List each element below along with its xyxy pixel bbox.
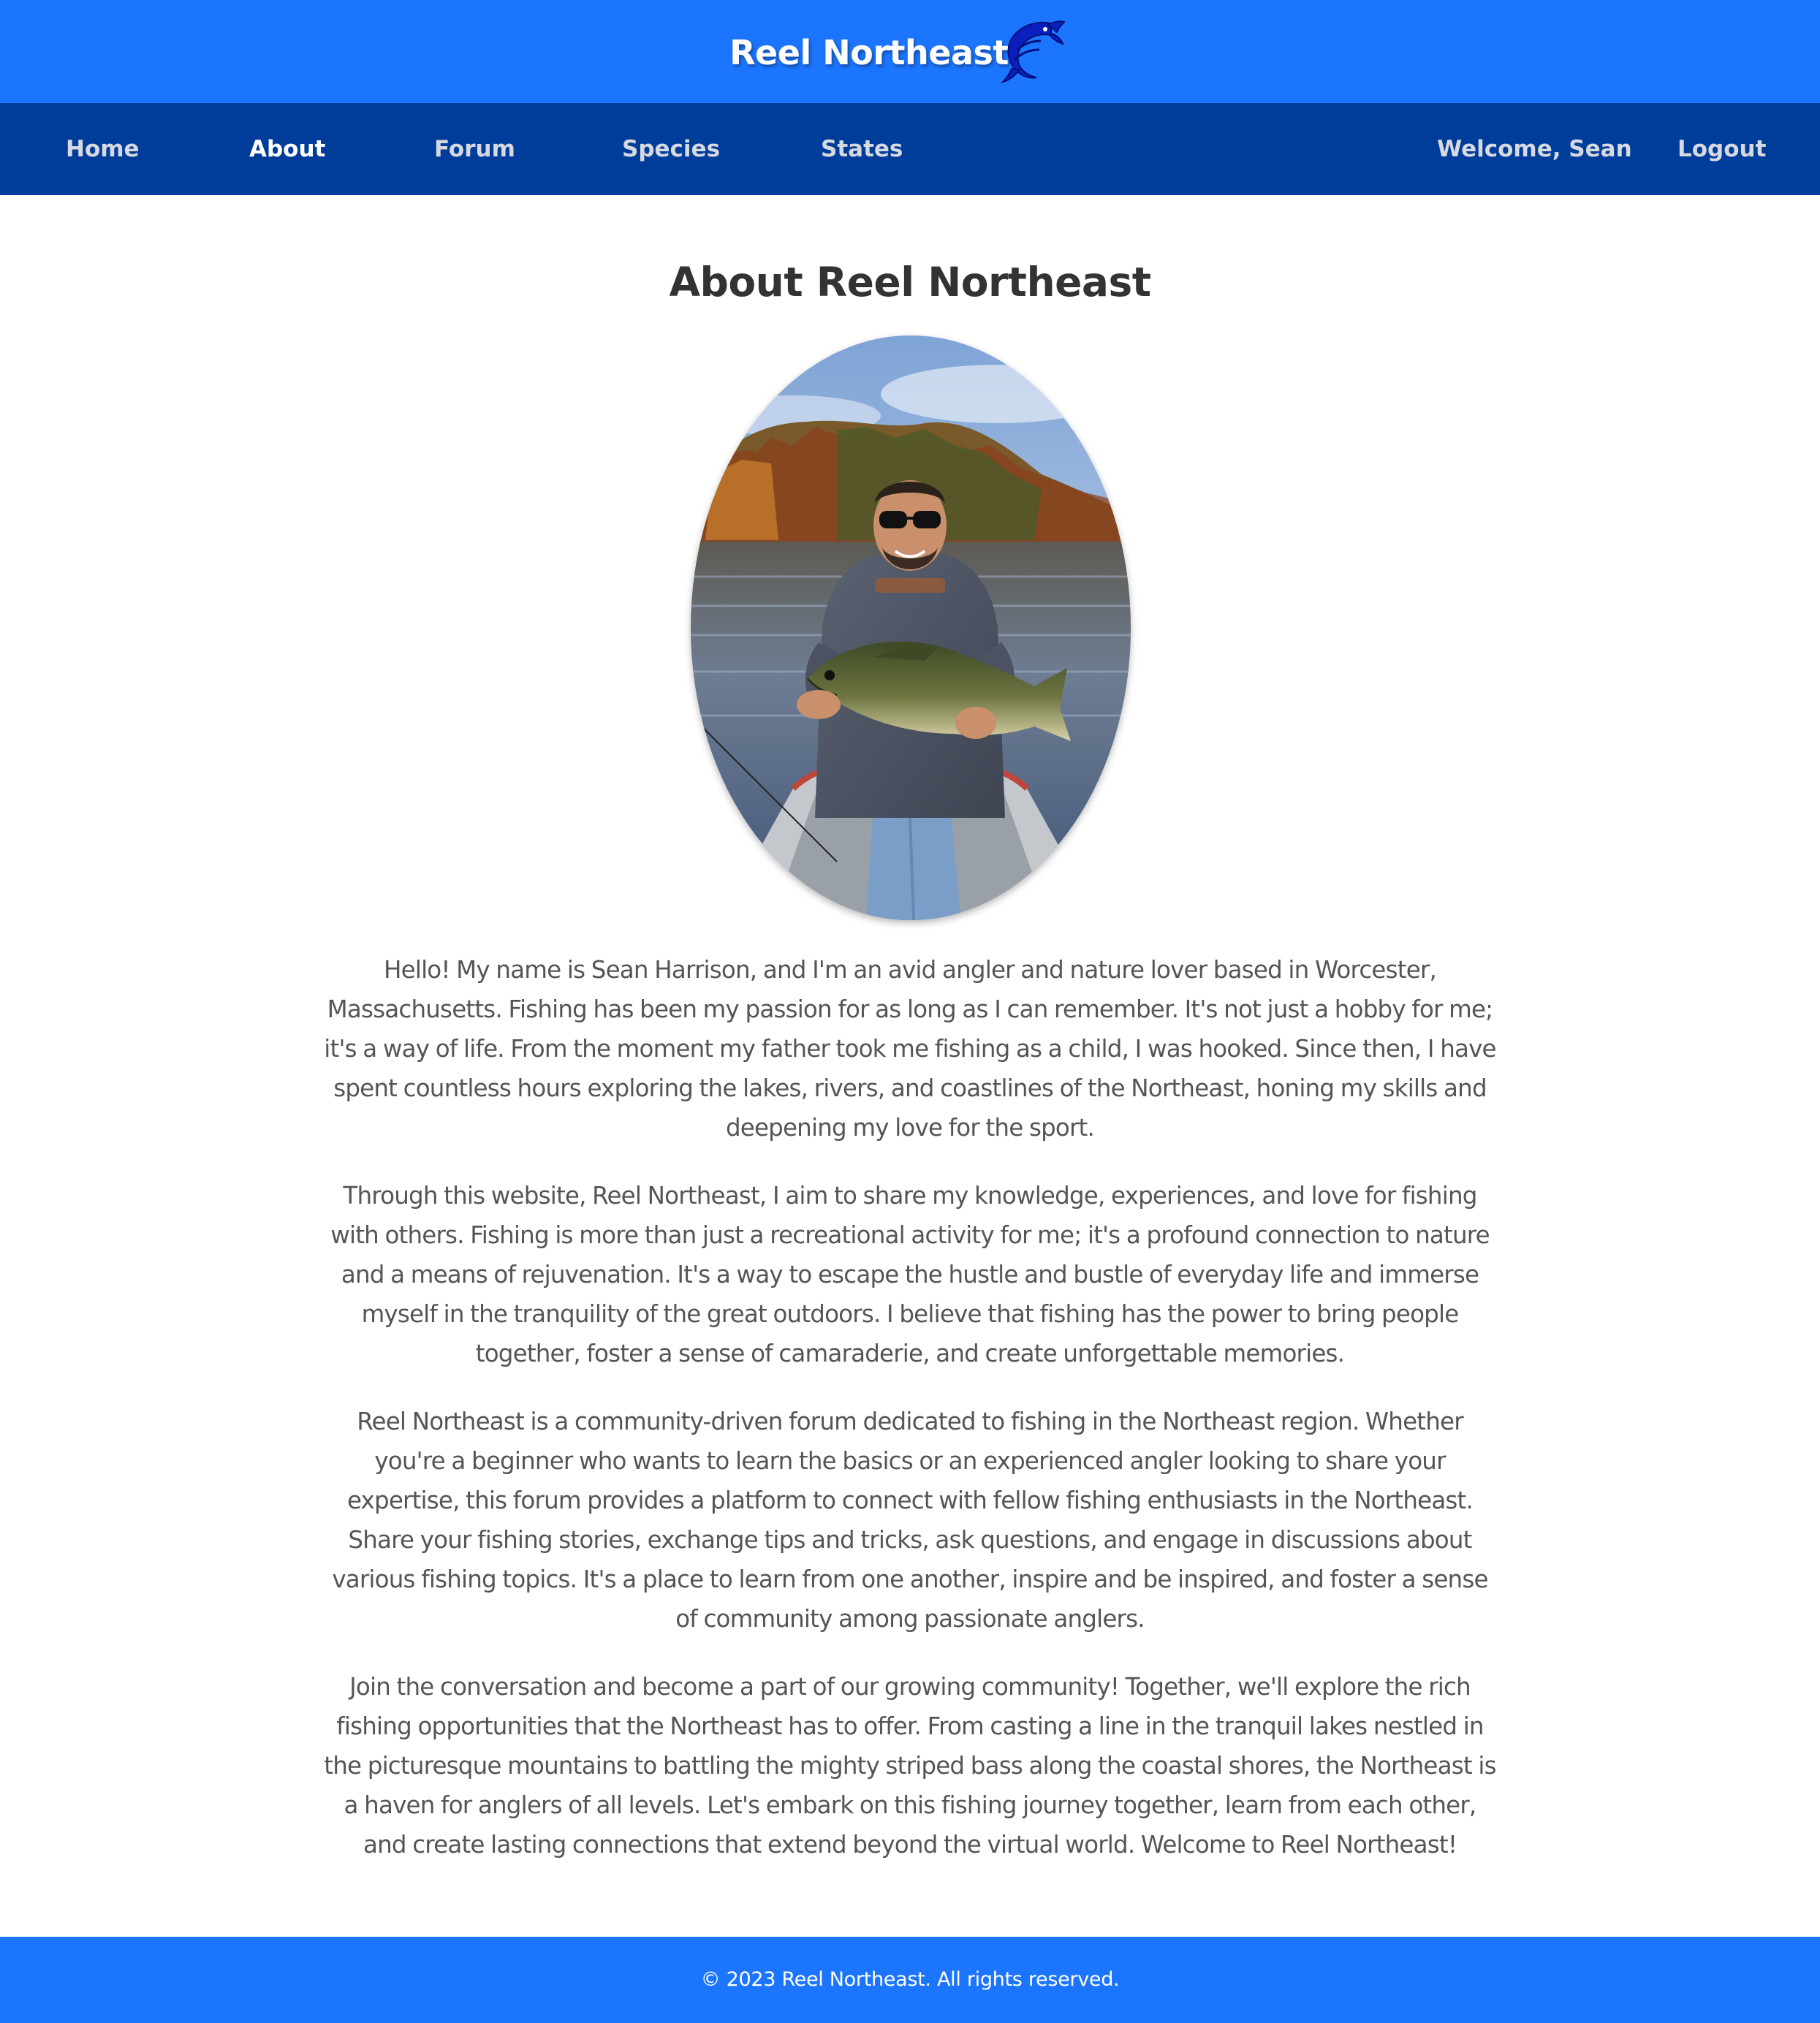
about-content: Hello! My name is Sean Harrison, and I'm… bbox=[322, 950, 1498, 1893]
site-header: Reel Northeast bbox=[0, 0, 1820, 103]
nav-states[interactable]: States bbox=[821, 103, 903, 195]
footer-copyright: © 2023 Reel Northeast. All rights reserv… bbox=[700, 1968, 1120, 1991]
nav-welcome-user[interactable]: Welcome, Sean bbox=[1437, 103, 1632, 195]
nav-logout[interactable]: Logout bbox=[1677, 103, 1766, 195]
nav-home[interactable]: Home bbox=[66, 103, 140, 195]
nav-about[interactable]: About bbox=[249, 103, 325, 195]
about-paragraph-4: Join the conversation and become a part … bbox=[324, 1673, 1496, 1859]
page-title: About Reel Northeast bbox=[669, 259, 1151, 305]
jumping-fish-icon[interactable] bbox=[1000, 18, 1066, 85]
main-nav: Home About Forum Species States Welcome,… bbox=[0, 103, 1820, 195]
site-title[interactable]: Reel Northeast bbox=[0, 28, 1820, 77]
about-paragraph-1: Hello! My name is Sean Harrison, and I'm… bbox=[324, 956, 1496, 1142]
profile-photo bbox=[691, 335, 1131, 920]
about-paragraph-3: Reel Northeast is a community-driven for… bbox=[332, 1408, 1488, 1633]
about-paragraph-2: Through this website, Reel Northeast, I … bbox=[330, 1182, 1490, 1367]
nav-species[interactable]: Species bbox=[622, 103, 720, 195]
site-footer: © 2023 Reel Northeast. All rights reserv… bbox=[0, 1937, 1820, 2023]
nav-forum[interactable]: Forum bbox=[434, 103, 515, 195]
